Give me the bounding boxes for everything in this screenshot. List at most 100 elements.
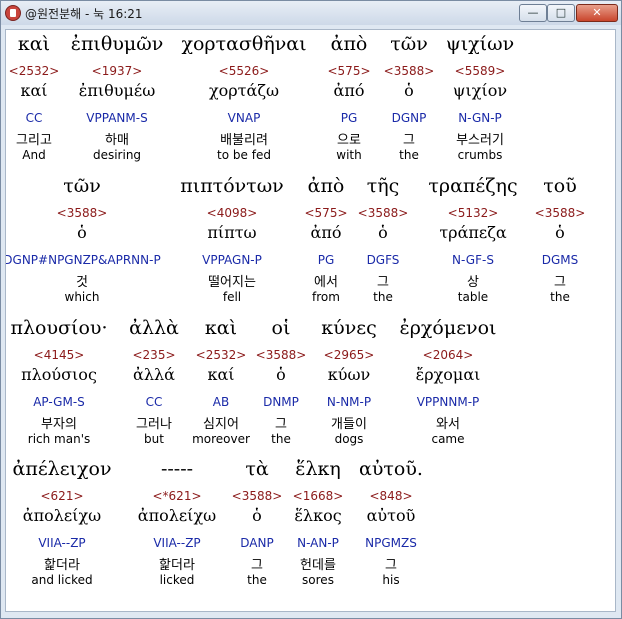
korean-gloss: 상 (467, 275, 479, 290)
english-gloss: his (382, 573, 400, 587)
strongs-number[interactable]: <3588> (384, 64, 435, 78)
morph-code: AP-GM-S (33, 395, 85, 409)
greek-word[interactable]: ἀλλὰ (129, 317, 179, 339)
greek-word[interactable]: τὰ (245, 458, 268, 480)
english-gloss: licked (159, 573, 195, 587)
greek-word[interactable]: οἱ (272, 317, 291, 339)
strongs-number[interactable]: <3588> (57, 206, 108, 220)
morph-code: VNAP (227, 111, 261, 125)
morph-code: CC (145, 395, 163, 409)
lemma: πίπτω (207, 223, 257, 242)
greek-word[interactable]: ἐρχόμενοι (400, 317, 497, 339)
lemma: ἀλλά (133, 365, 175, 384)
window-title: @원전분해 - 눅 16:21 (25, 7, 143, 21)
morph-code: CC (25, 111, 43, 125)
english-gloss: and licked (31, 573, 93, 587)
english-gloss: table (457, 290, 489, 304)
strongs-number[interactable]: <575> (327, 64, 370, 78)
strongs-number[interactable]: <848> (369, 489, 412, 503)
strongs-number[interactable]: <*621> (152, 489, 201, 503)
strongs-number[interactable]: <3588> (232, 489, 283, 503)
korean-gloss: 배불리려 (220, 133, 268, 148)
lemma: αὐτοῦ (366, 506, 416, 525)
strongs-number[interactable]: <235> (132, 348, 175, 362)
korean-gloss: 부자의 (41, 417, 77, 432)
morph-code: N-NM-P (326, 395, 372, 409)
close-button[interactable]: ✕ (576, 4, 618, 22)
english-gloss: crumbs (457, 148, 503, 162)
lemma: ἕλκος (294, 506, 342, 525)
morph-code: VIIA--ZP (153, 536, 201, 550)
english-gloss: came (431, 432, 465, 446)
english-gloss: from (312, 290, 340, 304)
english-gloss: with (336, 148, 362, 162)
lemma: χορτάζω (208, 81, 280, 100)
strongs-number[interactable]: <2064> (423, 348, 474, 362)
title-bar[interactable]: @원전분해 - 눅 16:21 — □ ✕ (1, 1, 621, 25)
strongs-number[interactable]: <5132> (448, 206, 499, 220)
strongs-number[interactable]: <5589> (455, 64, 506, 78)
greek-word[interactable]: ἀπέλειχον (13, 458, 112, 480)
english-gloss: fell (222, 290, 242, 304)
morph-code: DGNP (391, 111, 427, 125)
greek-word[interactable]: χορτασθῆναι (181, 33, 306, 55)
book-icon[interactable] (5, 5, 21, 21)
lemma: ἀπό (310, 223, 342, 242)
lemma: ψιχίον (452, 81, 508, 100)
lemma: ὁ (252, 506, 262, 525)
strongs-number[interactable]: <575> (304, 206, 347, 220)
maximize-button[interactable]: □ (547, 4, 575, 22)
morph-code: PG (317, 253, 335, 267)
strongs-number[interactable]: <621> (40, 489, 83, 503)
english-gloss: but (144, 432, 164, 446)
korean-gloss: 떨어지는 (208, 275, 256, 290)
greek-word[interactable]: ἕλκη (295, 458, 341, 480)
strongs-number[interactable]: <4098> (207, 206, 258, 220)
strongs-number[interactable]: <2532> (9, 64, 60, 78)
greek-word[interactable]: τῶν (63, 175, 101, 197)
lemma: ἐπιθυμέω (78, 81, 156, 100)
strongs-number[interactable]: <1937> (92, 64, 143, 78)
greek-word[interactable]: πλουσίου· (11, 317, 108, 339)
interlinear-panel[interactable]: καὶ <2532> καί CC 그리고 And ἐπιθυμῶν <1937> ἐπιθυμ… (5, 29, 616, 612)
greek-word[interactable]: ἐπιθυμῶν (71, 33, 164, 55)
korean-gloss: 부스러기 (456, 133, 504, 148)
minimize-button[interactable]: — (519, 4, 547, 22)
lemma: ἀπολείχω (137, 506, 217, 525)
korean-gloss: 핥더라 (159, 558, 195, 573)
strongs-number[interactable]: <4145> (34, 348, 85, 362)
lemma: ὁ (77, 223, 87, 242)
strongs-number[interactable]: <3588> (535, 206, 586, 220)
greek-word[interactable]: ----- (161, 458, 193, 480)
greek-word[interactable]: αὐτοῦ. (359, 458, 423, 480)
english-gloss: the (247, 573, 267, 587)
greek-word[interactable]: ἀπὸ (308, 175, 345, 197)
strongs-number[interactable]: <3588> (256, 348, 307, 362)
strongs-number[interactable]: <3588> (358, 206, 409, 220)
greek-word[interactable]: τῶν (390, 33, 428, 55)
greek-word[interactable]: τοῦ (543, 175, 577, 197)
strongs-number[interactable]: <2532> (196, 348, 247, 362)
lemma: ὁ (404, 81, 414, 100)
morph-code: AB (212, 395, 230, 409)
strongs-number[interactable]: <5526> (219, 64, 270, 78)
greek-word[interactable]: ψιχίων (446, 33, 514, 55)
morph-code: N-GF-S (452, 253, 494, 267)
app-window: @원전분해 - 눅 16:21 — □ ✕ καὶ <2532> καί CC 그리고 A… (0, 0, 622, 619)
strongs-number[interactable]: <2965> (324, 348, 375, 362)
greek-word[interactable]: ἀπὸ (331, 33, 368, 55)
greek-word[interactable]: καὶ (18, 33, 50, 55)
greek-word[interactable]: κύνες (321, 317, 376, 339)
greek-word[interactable]: τραπέζης (428, 175, 517, 197)
greek-word[interactable]: τῆς (367, 175, 400, 197)
english-gloss: which (64, 290, 100, 304)
english-gloss: desiring (92, 148, 142, 162)
english-gloss: moreover (192, 432, 250, 446)
morph-code: VPPNNM-P (416, 395, 480, 409)
greek-word[interactable]: καὶ (205, 317, 237, 339)
greek-word[interactable]: πιπτόντων (180, 175, 283, 197)
korean-gloss: 그 (275, 417, 287, 432)
korean-gloss: 으로 (337, 133, 361, 148)
english-gloss: the (373, 290, 393, 304)
strongs-number[interactable]: <1668> (293, 489, 344, 503)
